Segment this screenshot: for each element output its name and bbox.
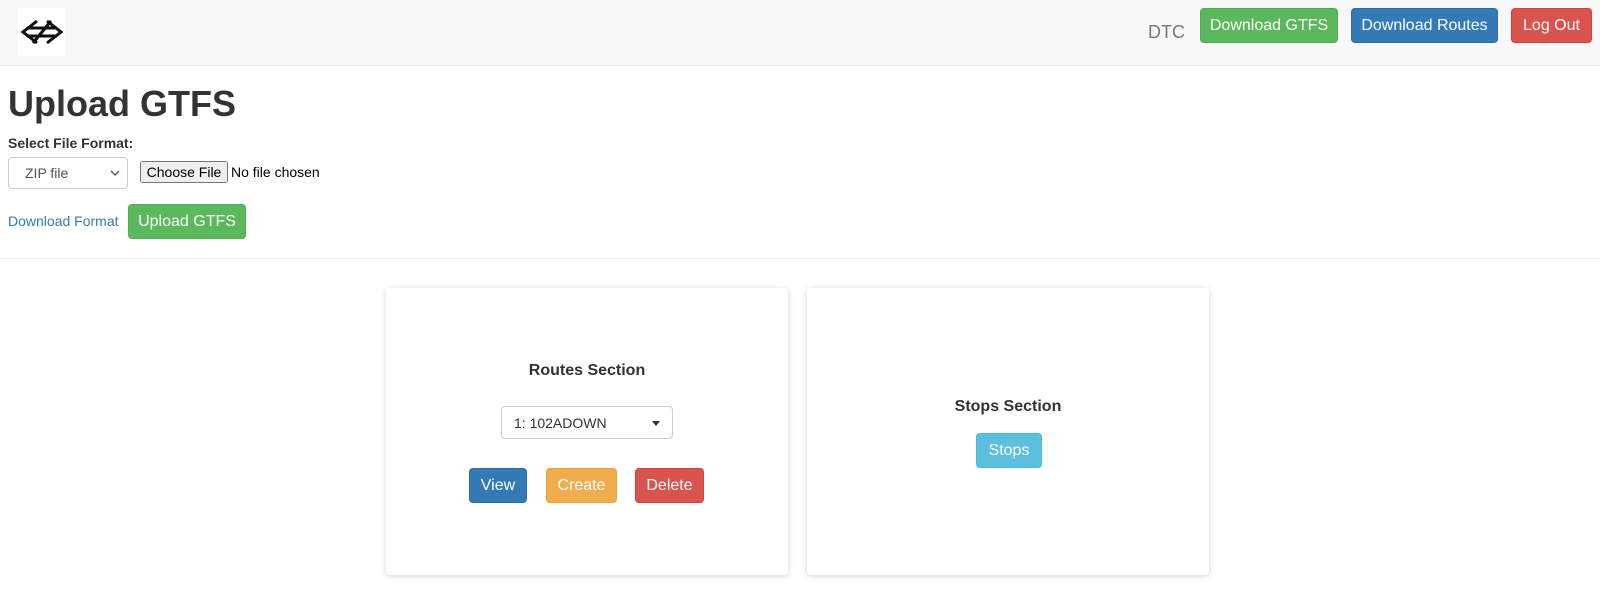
logout-button[interactable]: Log Out <box>1511 8 1592 43</box>
file-format-label: Select File Format: <box>8 135 134 151</box>
caret-down-icon <box>652 421 660 426</box>
chevron-down-icon <box>110 170 120 176</box>
logo-icon[interactable] <box>18 8 66 56</box>
choose-file-button[interactable]: Choose File <box>140 161 228 183</box>
view-route-button[interactable]: View <box>469 468 527 503</box>
download-gtfs-button[interactable]: Download GTFS <box>1200 8 1338 43</box>
stops-button[interactable]: Stops <box>976 433 1042 468</box>
file-format-value: ZIP file <box>25 165 69 181</box>
create-route-button[interactable]: Create <box>546 468 617 503</box>
route-dropdown-value: 1: 102ADOWN <box>514 414 607 431</box>
download-format-link[interactable]: Download Format <box>8 212 119 230</box>
page-title: Upload GTFS <box>8 83 236 124</box>
upload-gtfs-button[interactable]: Upload GTFS <box>128 204 246 239</box>
route-dropdown[interactable]: 1: 102ADOWN <box>501 406 673 439</box>
download-routes-button[interactable]: Download Routes <box>1351 8 1498 43</box>
user-name: DTC <box>1148 22 1185 42</box>
routes-card: Routes Section 1: 102ADOWN View Create D… <box>386 288 788 575</box>
stops-section-title: Stops Section <box>954 398 1062 415</box>
file-format-select[interactable]: ZIP file <box>8 157 128 189</box>
stops-card: Stops Section Stops <box>807 288 1209 575</box>
routes-section-title: Routes Section <box>528 362 646 379</box>
file-status: No file chosen <box>231 164 320 180</box>
delete-route-button[interactable]: Delete <box>635 468 704 503</box>
top-navbar: DTC Download GTFS Download Routes Log Ou… <box>0 0 1600 66</box>
section-divider <box>0 258 1600 259</box>
